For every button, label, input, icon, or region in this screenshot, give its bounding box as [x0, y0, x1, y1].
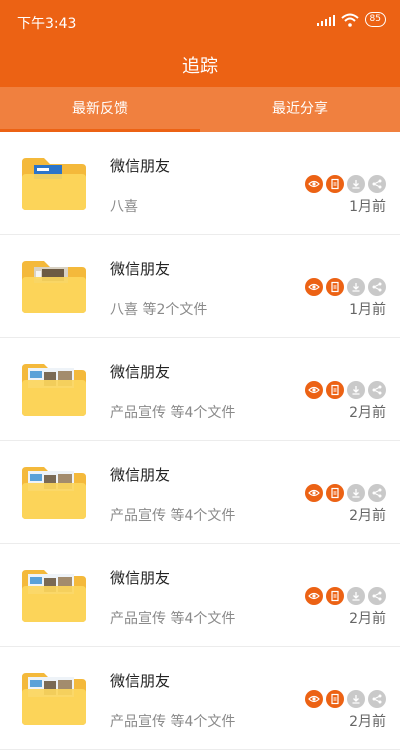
- document-icon[interactable]: [326, 484, 344, 502]
- document-icon[interactable]: [326, 175, 344, 193]
- item-title: 微信朋友: [110, 260, 171, 278]
- status-bar: 下午3:43 85: [0, 0, 400, 42]
- document-icon[interactable]: [326, 587, 344, 605]
- document-icon[interactable]: [326, 381, 344, 399]
- eye-icon[interactable]: [305, 587, 323, 605]
- list-item[interactable]: 微信朋友八喜 1月前: [0, 132, 400, 235]
- eye-icon[interactable]: [305, 690, 323, 708]
- download-icon[interactable]: [347, 175, 365, 193]
- page-title: 追踪: [182, 56, 218, 77]
- document-icon[interactable]: [326, 690, 344, 708]
- download-icon[interactable]: [347, 484, 365, 502]
- download-icon[interactable]: [347, 381, 365, 399]
- item-subtitle: 八喜: [110, 199, 138, 215]
- status-time: 下午3:43: [17, 16, 77, 32]
- download-icon[interactable]: [347, 587, 365, 605]
- tab-bar: 最新反馈 最近分享: [0, 87, 400, 132]
- tab-recent-share[interactable]: 最近分享: [200, 87, 400, 132]
- item-subtitle: 产品宣传 等4个文件: [110, 611, 236, 627]
- item-time: 2月前: [349, 508, 386, 524]
- item-subtitle: 产品宣传 等4个文件: [110, 405, 236, 421]
- item-title: 微信朋友: [110, 672, 171, 690]
- share-icon[interactable]: [368, 587, 386, 605]
- list-item[interactable]: 微信朋友产品宣传 等4个文件 2月前: [0, 338, 400, 441]
- wifi-icon: [340, 13, 359, 27]
- item-subtitle: 八喜 等2个文件: [110, 302, 208, 318]
- list-item[interactable]: 微信朋友产品宣传 等4个文件 2月前: [0, 544, 400, 647]
- item-actions: [305, 278, 386, 296]
- item-subtitle: 产品宣传 等4个文件: [110, 714, 236, 730]
- item-subtitle: 产品宣传 等4个文件: [110, 508, 236, 524]
- app-header: 下午3:43 85 追踪: [0, 0, 400, 87]
- item-time: 1月前: [349, 302, 386, 318]
- item-title: 微信朋友: [110, 466, 171, 484]
- share-icon[interactable]: [368, 175, 386, 193]
- share-icon[interactable]: [368, 484, 386, 502]
- item-actions: [305, 484, 386, 502]
- item-actions: [305, 587, 386, 605]
- signal-icon: [316, 14, 335, 26]
- document-icon[interactable]: [326, 278, 344, 296]
- item-title: 微信朋友: [110, 569, 171, 587]
- item-actions: [305, 175, 386, 193]
- item-time: 2月前: [349, 714, 386, 730]
- item-time: 2月前: [349, 405, 386, 421]
- item-time: 2月前: [349, 611, 386, 627]
- download-icon[interactable]: [347, 690, 365, 708]
- eye-icon[interactable]: [305, 175, 323, 193]
- item-title: 微信朋友: [110, 157, 171, 175]
- eye-icon[interactable]: [305, 484, 323, 502]
- list-item[interactable]: 微信朋友产品宣传 等4个文件 2月前: [0, 647, 400, 750]
- eye-icon[interactable]: [305, 278, 323, 296]
- share-icon[interactable]: [368, 278, 386, 296]
- share-list: 微信朋友 八喜 1月前 微信朋友 八喜 等2个文件 1月前 微信朋友 产品宣传 等4个文件 2月…: [0, 132, 400, 750]
- list-item[interactable]: 微信朋友八喜 等2个文件 1月前: [0, 235, 400, 338]
- item-time: 1月前: [349, 199, 386, 215]
- item-title: 微信朋友: [110, 363, 171, 381]
- share-icon[interactable]: [368, 381, 386, 399]
- eye-icon[interactable]: [305, 381, 323, 399]
- item-actions: [305, 690, 386, 708]
- download-icon[interactable]: [347, 278, 365, 296]
- item-actions: [305, 381, 386, 399]
- share-icon[interactable]: [368, 690, 386, 708]
- tab-latest-feedback[interactable]: 最新反馈: [0, 87, 200, 132]
- battery-indicator: 85: [364, 12, 386, 27]
- list-item[interactable]: 微信朋友产品宣传 等4个文件 2月前: [0, 441, 400, 544]
